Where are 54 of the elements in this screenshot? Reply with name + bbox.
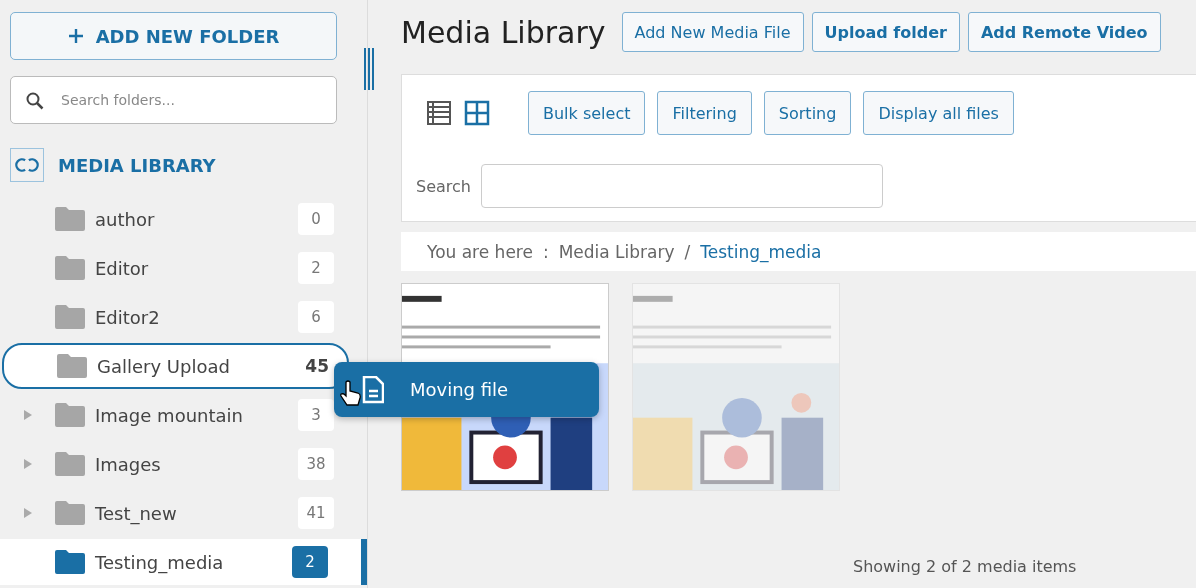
folder-icon [55,256,85,280]
header-button[interactable]: Add Remote Video [967,12,1161,52]
folder-item[interactable]: Gallery Upload 45 [2,343,349,389]
grid-view-icon[interactable] [464,100,490,126]
search-field[interactable]: Search folders... [10,76,337,124]
folder-count: 6 [298,301,334,333]
folder-icon [57,354,87,378]
document-icon [362,375,384,404]
root-folder-label[interactable]: MEDIA LIBRARY [58,154,216,176]
expand-arrow-icon[interactable] [24,508,32,518]
folder-count: 45 [305,356,329,376]
breadcrumb-separator: / [684,241,691,262]
folder-icon [55,305,85,329]
folder-count: 41 [298,497,334,529]
folder-item[interactable]: Test_new 41 [0,490,367,536]
breadcrumb-link[interactable]: Media Library [558,241,675,262]
toolbar-button[interactable]: Display all files [863,91,1014,135]
folder-count: 2 [298,252,334,284]
folder-count: 38 [298,448,334,480]
folder-item[interactable]: Editor2 6 [0,294,367,340]
breadcrumb-prefix: You are here [427,241,533,262]
list-view-icon[interactable] [426,100,452,126]
folder-item[interactable]: Testing_media 2 [0,539,367,585]
folder-icon [55,207,85,231]
library-logo-icon [10,148,44,182]
hand-cursor-icon [340,380,362,406]
folder-icon [55,501,85,525]
page-title: Media Library [401,14,606,50]
search-label: Search [416,176,471,196]
item-count-text: Showing 2 of 2 media items [852,557,1078,576]
search-icon [26,92,44,111]
folder-item[interactable]: Editor 2 [0,245,367,291]
folder-item[interactable]: author 0 [0,196,367,242]
toolbar-button[interactable]: Sorting [763,91,852,135]
breadcrumb-current[interactable]: Testing_media [700,241,822,262]
toolbar-button[interactable]: Filtering [657,91,752,135]
header-button[interactable]: Upload folder [811,12,960,52]
folder-icon [55,550,85,574]
folder-icon [55,452,85,476]
expand-arrow-icon[interactable] [24,410,32,420]
folder-count: 0 [298,203,334,235]
folder-icon [55,403,85,427]
search-field[interactable] [480,164,883,208]
resize-handle-icon[interactable] [363,48,375,90]
drag-tooltip: Moving file [334,362,599,417]
header-button[interactable]: Add New Media File [621,12,804,52]
toolbar-button[interactable]: Bulk select [528,91,646,135]
add-folder-button[interactable]: ADD NEW FOLDER [10,12,337,61]
folder-count: 3 [298,399,334,431]
expand-arrow-icon[interactable] [24,459,32,469]
plus-icon [67,28,84,45]
breadcrumb-separator: : [542,241,549,262]
folder-item[interactable]: Images 38 [0,441,367,487]
folder-count: 2 [292,546,328,578]
